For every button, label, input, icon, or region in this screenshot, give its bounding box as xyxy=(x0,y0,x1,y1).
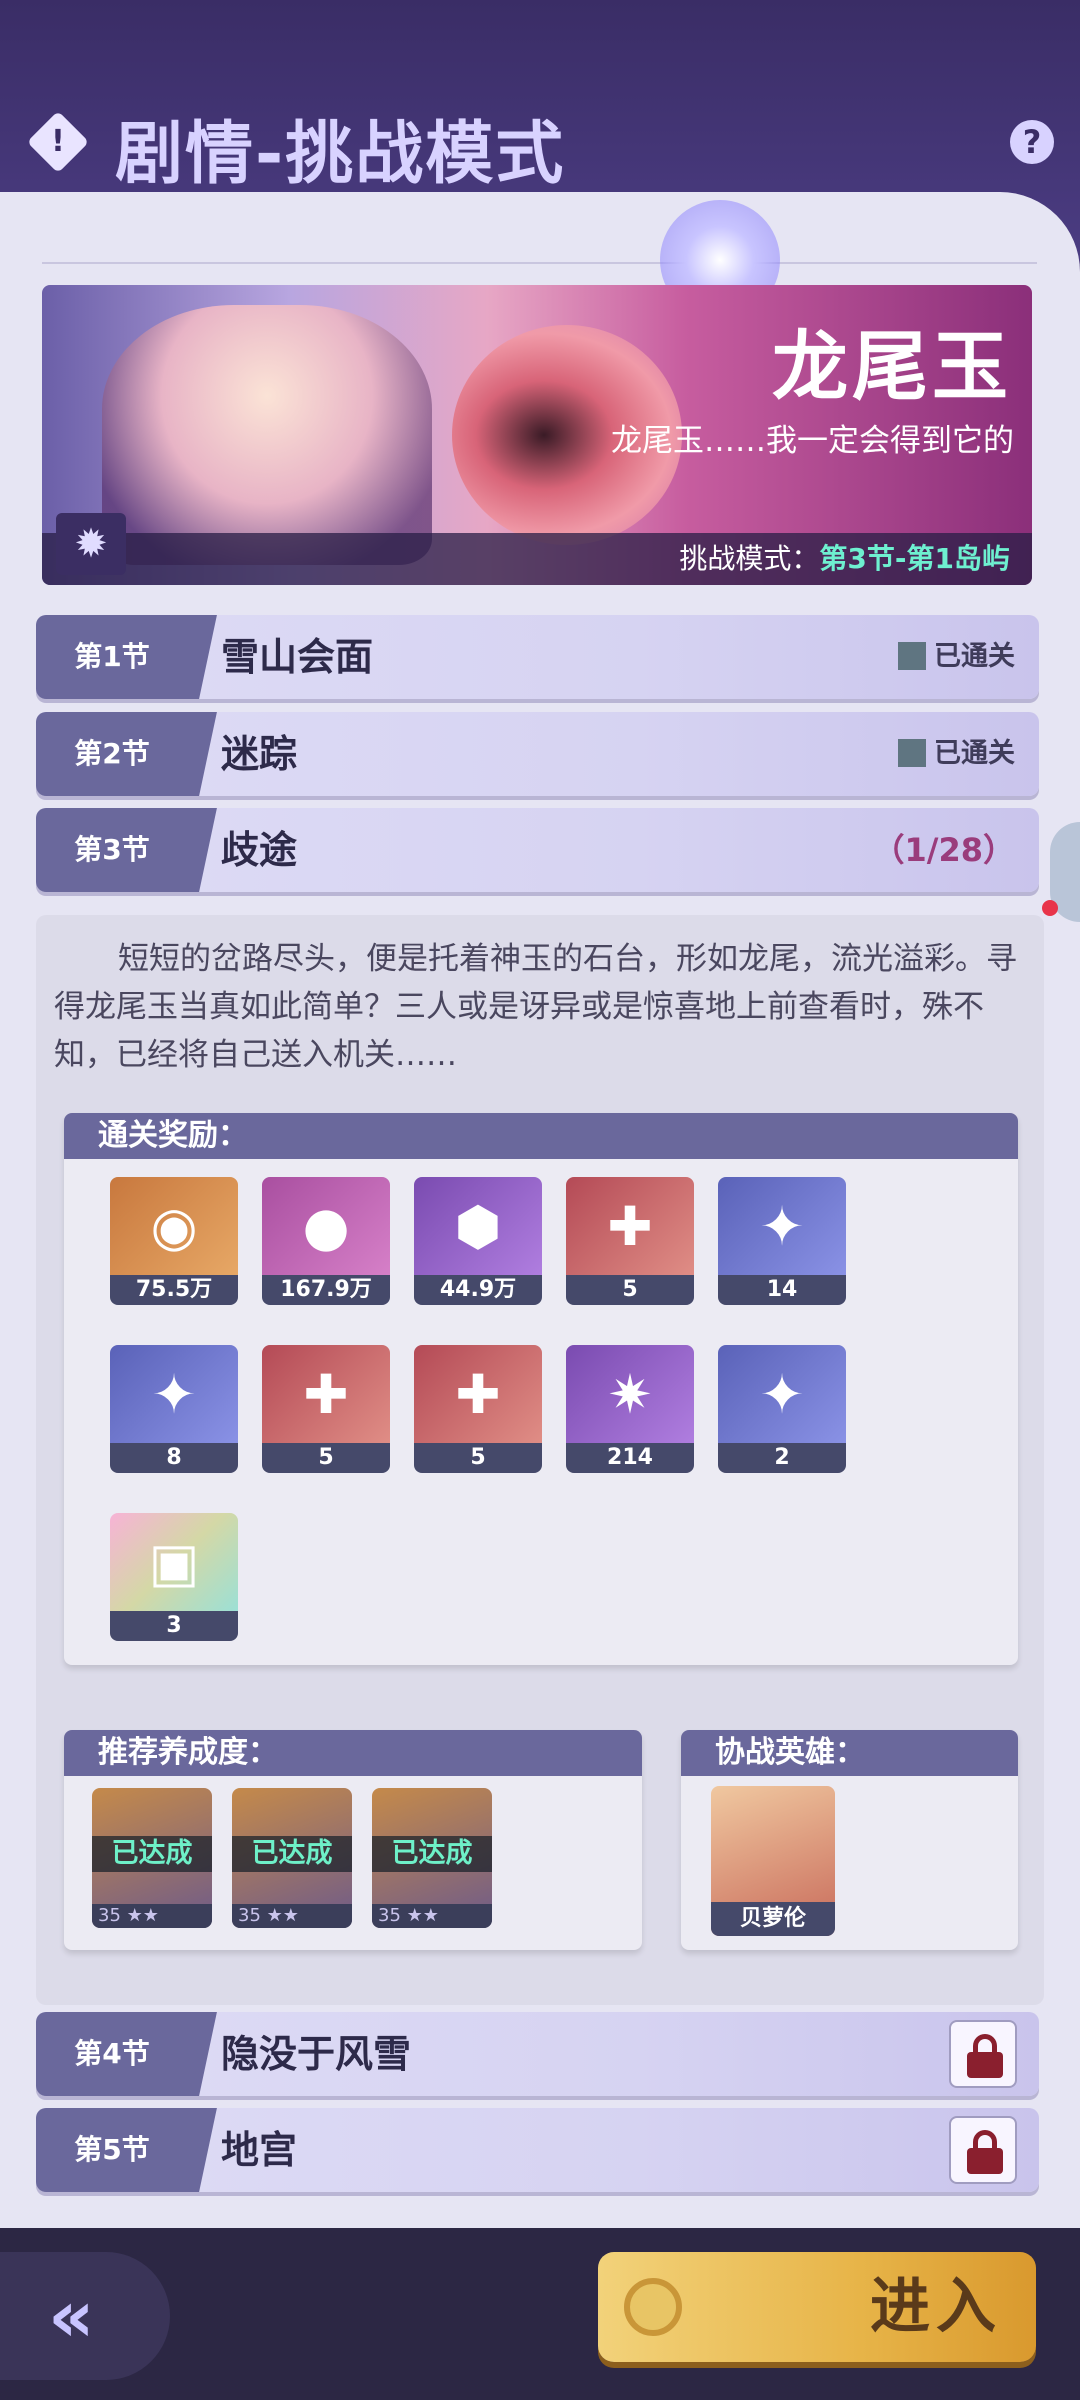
monkey-puzzle-icon: ✚ xyxy=(303,1363,349,1426)
chapter-row-4[interactable]: 第4节 隐没于风雪 xyxy=(36,2012,1039,2096)
bottom-bar: « 进入 xyxy=(0,2228,1080,2400)
header: ! 剧情-挑战模式 ? xyxy=(0,90,1080,200)
chapter-number: 第4节 xyxy=(36,2012,188,2096)
recommended-hero[interactable]: 已达成 35 ★★ xyxy=(92,1788,212,1928)
blue-gem-icon: ⬢ xyxy=(454,1195,502,1258)
reward-item[interactable]: ✦ 2 xyxy=(718,1345,846,1473)
lock-icon xyxy=(949,2020,1017,2088)
helper-title: 协战英雄： xyxy=(681,1730,1018,1776)
triple-diamond-icon: ✦ xyxy=(759,1363,805,1426)
star-crystal-icon: ✷ xyxy=(607,1363,653,1426)
rewards-card: 通关奖励： ◉ 75.5万 ● 167.9万 ⬢ 44.9万 ✚ 5 ✦ 14 … xyxy=(64,1113,1018,1665)
reward-item[interactable]: ✦ 8 xyxy=(110,1345,238,1473)
chapter-detail: 短短的岔路尽头，便是托着神玉的石台，形如龙尾，流光溢彩。寻得龙尾玉当真如此简单？… xyxy=(36,915,1044,2005)
double-diamond-icon: ✦ xyxy=(151,1363,197,1426)
lady-puzzle-icon: ✚ xyxy=(455,1363,501,1426)
cleared-icon xyxy=(898,738,926,767)
chapter-row-2[interactable]: 第2节 迷踪 已通关 xyxy=(36,712,1039,796)
helper-card: 协战英雄： 贝萝伦 xyxy=(681,1730,1018,1950)
chapter-status: 已通关 xyxy=(898,615,1015,699)
mode-value: 第3节-第1岛屿 xyxy=(819,542,1010,575)
chapter-progress: （1/28） xyxy=(872,831,1016,869)
coin-icon xyxy=(624,2278,682,2336)
chapter-name: 地宫 xyxy=(221,2128,298,2172)
chapter-row-5[interactable]: 第5节 地宫 xyxy=(36,2108,1039,2192)
reward-item[interactable]: ✚ 5 xyxy=(566,1177,694,1305)
pink-orb-icon: ● xyxy=(302,1195,350,1258)
chapter-number: 第2节 xyxy=(36,712,188,796)
chapter-row-1[interactable]: 第1节 雪山会面 已通关 xyxy=(36,615,1039,699)
banner-subtitle: 龙尾玉……我一定会得到它的 xyxy=(611,423,1014,459)
story-text: 短短的岔路尽头，便是托着神玉的石台，形如龙尾，流光溢彩。寻得龙尾玉当真如此简单？… xyxy=(54,941,1017,1073)
reward-item[interactable]: ▣ 3 xyxy=(110,1513,238,1641)
helper-hero[interactable]: 贝萝伦 xyxy=(711,1786,835,1936)
enter-button[interactable]: 进入 xyxy=(598,2252,1036,2362)
hero-level: 35 ★★ xyxy=(372,1904,492,1928)
diamond-icon: ✦ xyxy=(759,1195,805,1258)
chapter-name: 歧途 xyxy=(221,828,298,872)
back-button[interactable]: « xyxy=(0,2252,170,2380)
coin-card-icon: ▣ xyxy=(148,1531,200,1594)
chapter-name: 雪山会面 xyxy=(221,635,374,679)
help-icon[interactable]: ? xyxy=(1010,120,1054,164)
chapter-name: 隐没于风雪 xyxy=(221,2032,412,2076)
chapter-number: 第5节 xyxy=(36,2108,188,2192)
reward-item[interactable]: ✚ 5 xyxy=(414,1345,542,1473)
chapter-row-3[interactable]: 第3节 歧途 （1/28） xyxy=(36,808,1039,892)
mode-label: 挑战模式： xyxy=(679,542,820,575)
achieved-badge: 已达成 xyxy=(232,1836,352,1872)
recommend-card: 推荐养成度： 已达成 35 ★★ 已达成 35 ★★ 已达成 35 ★★ xyxy=(64,1730,642,1950)
hero-level: 35 ★★ xyxy=(232,1904,352,1928)
chapter-name: 迷踪 xyxy=(221,732,298,776)
recommend-title: 推荐养成度： xyxy=(64,1730,642,1776)
reward-item[interactable]: ● 167.9万 xyxy=(262,1177,390,1305)
gold-coin-icon: ◉ xyxy=(150,1195,198,1258)
back-arrow-icon: « xyxy=(48,2274,95,2358)
helper-name: 贝萝伦 xyxy=(711,1902,835,1936)
cleared-icon xyxy=(898,641,926,670)
achieved-badge: 已达成 xyxy=(92,1836,212,1872)
reward-item[interactable]: ✷ 214 xyxy=(566,1345,694,1473)
reward-item[interactable]: ⬢ 44.9万 xyxy=(414,1177,542,1305)
reward-item[interactable]: ◉ 75.5万 xyxy=(110,1177,238,1305)
banner-character-art xyxy=(102,305,432,565)
enter-label: 进入 xyxy=(870,2272,1002,2342)
reward-item[interactable]: ✦ 14 xyxy=(718,1177,846,1305)
notification-dot xyxy=(1042,900,1058,916)
reward-item[interactable]: ✚ 5 xyxy=(262,1345,390,1473)
divider xyxy=(42,262,1037,264)
banner-title: 龙尾玉 xyxy=(772,322,1012,411)
chapter-status: 已通关 xyxy=(898,712,1015,796)
mode-indicator: 挑战模式：第3节-第1岛屿 xyxy=(679,537,1010,577)
emblem-icon: ✹ xyxy=(56,513,126,575)
robot-puzzle-icon: ✚ xyxy=(607,1195,653,1258)
chapter-number: 第1节 xyxy=(36,615,188,699)
recommended-hero[interactable]: 已达成 35 ★★ xyxy=(232,1788,352,1928)
alert-diamond-icon[interactable]: ! xyxy=(26,110,90,174)
story-banner: 龙尾玉 龙尾玉……我一定会得到它的 ✹ 挑战模式：第3节-第1岛屿 xyxy=(42,285,1032,585)
rewards-title: 通关奖励： xyxy=(64,1113,1018,1159)
page-title: 剧情-挑战模式 xyxy=(115,115,566,194)
achieved-badge: 已达成 xyxy=(372,1836,492,1872)
chapter-number: 第3节 xyxy=(36,808,188,892)
hero-level: 35 ★★ xyxy=(92,1904,212,1928)
lock-icon xyxy=(949,2116,1017,2184)
recommended-hero[interactable]: 已达成 35 ★★ xyxy=(372,1788,492,1928)
